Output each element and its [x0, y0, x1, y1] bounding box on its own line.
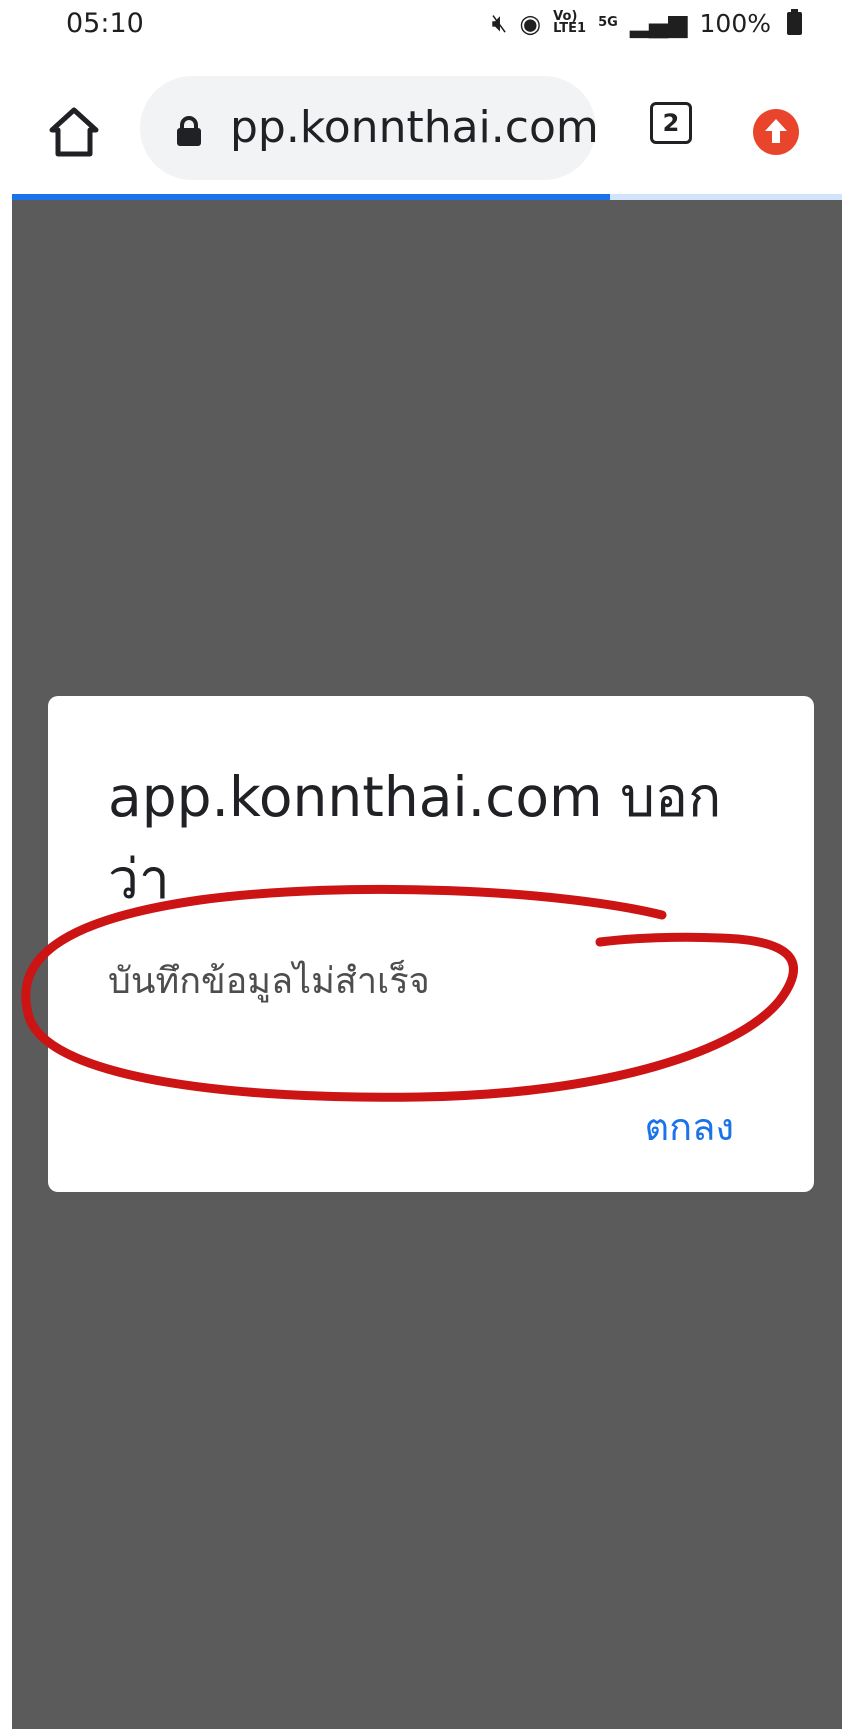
url-text: pp.konnthai.com	[230, 102, 599, 153]
tab-count: 2	[650, 102, 692, 144]
tab-switcher-button[interactable]: 2	[648, 100, 696, 148]
browser-toolbar: pp.konnthai.com 2	[0, 56, 842, 194]
alert-dialog: app.konnthai.com บอกว่า บันทึกข้อมูลไม่ส…	[48, 696, 814, 1192]
battery-percent: 100%	[699, 8, 771, 38]
dialog-message: บันทึกข้อมูลไม่สำเร็จ	[108, 961, 430, 1002]
mute-icon: 🔇︎	[491, 8, 508, 37]
update-button[interactable]	[752, 108, 800, 156]
lock-icon	[177, 116, 201, 146]
status-bar: 05:10 🔇︎ ◉ Vo) LTE1 5G ▂▄▆ 100%	[0, 0, 842, 56]
battery-icon	[787, 8, 802, 35]
network-5g-indicator: 5G	[598, 15, 618, 30]
signal-icon: ▂▄▆	[629, 8, 688, 38]
status-time: 05:10	[66, 8, 144, 39]
address-bar[interactable]: pp.konnthai.com	[140, 76, 599, 180]
dialog-title: app.konnthai.com บอกว่า	[108, 765, 722, 911]
status-icons: 🔇︎ ◉ Vo) LTE1 5G ▂▄▆ 100%	[492, 8, 802, 38]
update-icon	[753, 109, 799, 155]
hotspot-icon: ◉	[519, 8, 542, 38]
ok-button[interactable]: ตกลง	[644, 1096, 734, 1157]
home-button[interactable]	[48, 106, 100, 158]
home-icon	[49, 107, 99, 157]
volte-indicator: Vo) LTE1	[553, 9, 587, 36]
